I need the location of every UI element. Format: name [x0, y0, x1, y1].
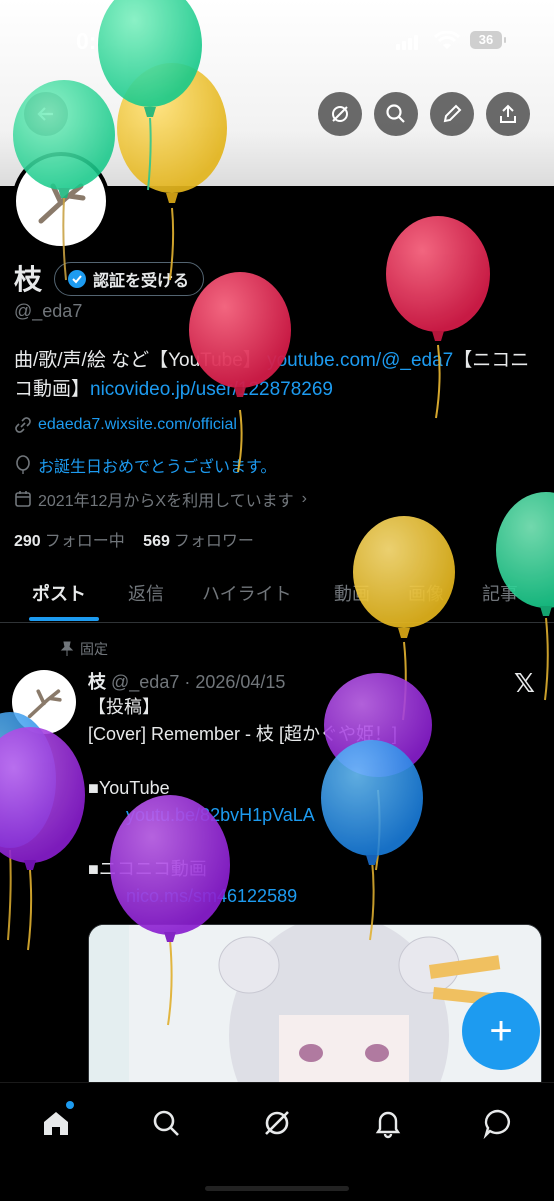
back-arrow-icon	[37, 107, 53, 121]
post-avatar[interactable]	[12, 670, 76, 734]
status-bar: 0:04 36	[0, 0, 554, 80]
notifications-icon	[375, 1111, 401, 1139]
post-nico-link[interactable]: nico.ms/sm46122589	[126, 886, 297, 906]
link-icon	[15, 417, 31, 433]
home-icon	[44, 1112, 68, 1135]
tab-images[interactable]: 画像	[408, 580, 444, 606]
followers-count: 569	[143, 533, 170, 550]
compose-post-button[interactable]: +	[462, 992, 540, 1070]
search-icon	[153, 1110, 179, 1136]
bio-text: 曲/歌/声/絵 など【YouTube】	[14, 350, 262, 371]
grok-icon	[332, 106, 348, 122]
following-count: 290	[14, 533, 41, 550]
website-row: edaeda7.wixsite.com/official	[14, 416, 237, 434]
bio-youtube-link[interactable]: youtube.com/@_eda7	[267, 350, 453, 371]
tab-posts[interactable]: ポスト	[32, 580, 86, 606]
birthday-row: お誕生日おめでとうございます。	[14, 453, 276, 477]
edit-icon	[443, 104, 462, 123]
profile-bio: 曲/歌/声/絵 など【YouTube】 youtube.com/@_eda7【ニ…	[14, 346, 544, 404]
profile-name: 枝	[14, 264, 43, 295]
followers-label: フォロワー	[173, 533, 254, 550]
branch-icon	[38, 183, 86, 224]
nav-notifications[interactable]	[368, 1103, 408, 1143]
verified-badge-icon	[68, 270, 86, 288]
pinned-text: 固定	[80, 641, 108, 657]
post-text: 【投稿】 [Cover] Remember - 枝 [超かぐや姫！] ■YouT…	[88, 694, 397, 910]
follow-stats: 290 フォロー中 569 フォロワー	[14, 527, 254, 551]
bottom-navigation	[0, 1082, 554, 1201]
post-line-2: [Cover] Remember - 枝 [超かぐや姫！]	[88, 724, 398, 744]
tab-highlights[interactable]: ハイライト	[202, 580, 292, 606]
grok-button[interactable]	[318, 92, 362, 136]
balloon-blue-2	[0, 712, 56, 941]
profile-tabs: ポスト 返信 ハイライト 動画 画像 記事	[0, 570, 554, 623]
birthday-message[interactable]: お誕生日おめでとうございます。	[38, 453, 276, 477]
share-button[interactable]	[486, 92, 530, 136]
chevron-right-icon[interactable]: ›	[302, 490, 307, 508]
wifi-icon	[434, 31, 460, 49]
tab-replies[interactable]: 返信	[128, 580, 164, 606]
calendar-icon	[15, 491, 31, 507]
back-button[interactable]	[24, 92, 68, 136]
share-icon	[500, 104, 516, 123]
nav-search[interactable]	[146, 1103, 186, 1143]
post-handle-date: @_eda7 · 2026/04/15	[111, 672, 286, 692]
following-stat[interactable]: 290 フォロー中	[14, 533, 125, 550]
joined-row: 2021年12月からXを利用しています ›	[14, 487, 307, 511]
pinned-label: 固定	[60, 639, 108, 659]
tab-articles[interactable]: 記事	[482, 580, 518, 606]
following-label: フォロー中	[44, 533, 125, 550]
joined-date: 2021年12月からXを利用しています	[38, 493, 294, 510]
edit-button[interactable]	[430, 92, 474, 136]
profile-avatar[interactable]	[12, 152, 110, 250]
nav-home[interactable]	[36, 1101, 76, 1143]
signal-icon	[396, 32, 420, 50]
nav-messages[interactable]	[478, 1103, 518, 1143]
plus-icon: +	[489, 1008, 513, 1053]
get-verified-label: 認証を受ける	[93, 273, 190, 290]
status-time: 0:04	[76, 28, 123, 54]
get-verified-button[interactable]: 認証を受ける	[54, 262, 205, 296]
bio-nicovideo-link[interactable]: nicovideo.jp/user/122878269	[90, 379, 333, 400]
grok-icon	[265, 1111, 289, 1135]
search-icon	[386, 104, 405, 123]
home-indicator	[205, 1186, 349, 1191]
battery-icon: 36	[470, 31, 506, 49]
post-nico-label: ■ニコニコ動画	[88, 859, 207, 879]
post-line-1: 【投稿】	[88, 697, 160, 717]
branch-icon	[27, 689, 62, 719]
post-youtube-label: ■YouTube	[88, 778, 170, 798]
followers-stat[interactable]: 569 フォロワー	[143, 533, 254, 550]
x-logo-icon[interactable]: 𝕏	[514, 668, 535, 699]
post-author[interactable]: 枝	[88, 672, 106, 692]
balloon-purple-2	[0, 727, 85, 951]
messages-icon	[483, 1109, 510, 1139]
active-tab-indicator	[29, 617, 99, 621]
balloon-icon	[16, 455, 30, 474]
tab-videos[interactable]: 動画	[334, 580, 370, 606]
profile-handle: @_eda7	[14, 301, 83, 321]
post-youtube-link[interactable]: youtu.be/82bvH1pVaLA	[126, 805, 315, 825]
home-notification-dot	[66, 1101, 74, 1109]
pin-icon	[60, 641, 74, 656]
website-link[interactable]: edaeda7.wixsite.com/official	[38, 416, 237, 434]
search-button[interactable]	[374, 92, 418, 136]
post-header: 枝 @_eda7 · 2026/04/15	[88, 668, 285, 694]
nav-grok[interactable]	[257, 1103, 297, 1143]
